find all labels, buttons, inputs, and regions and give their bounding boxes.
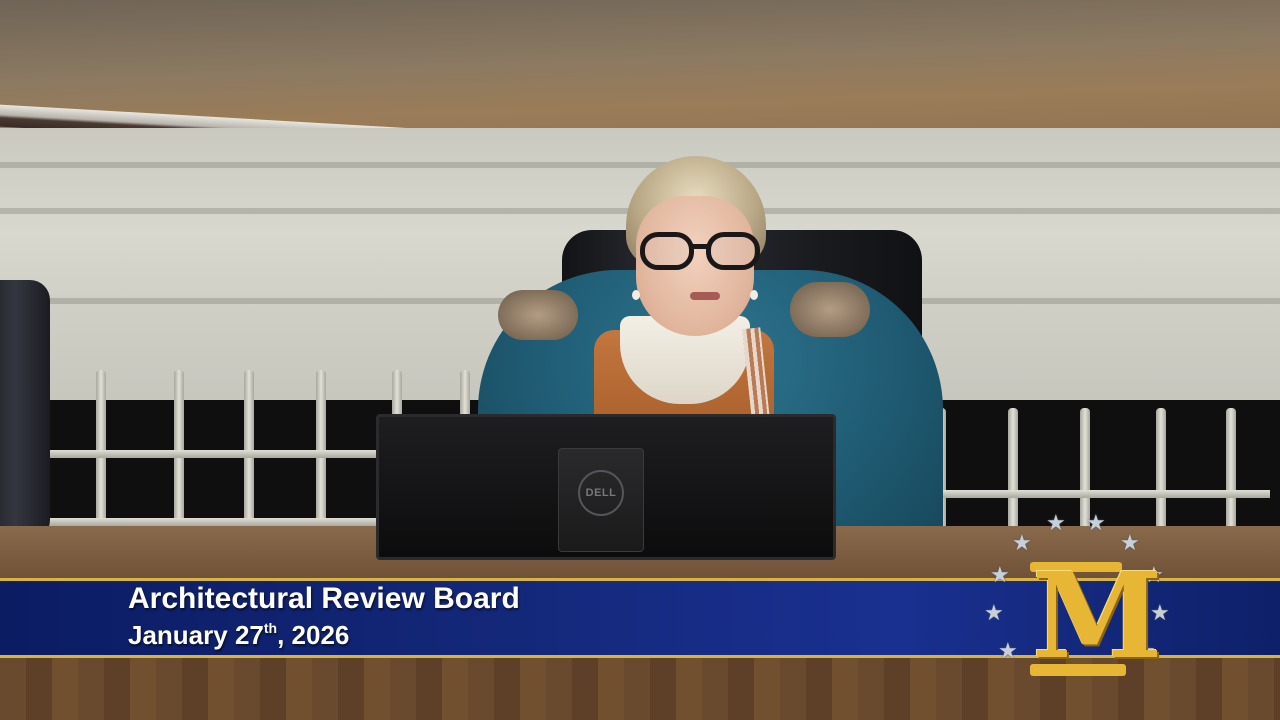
logo-letter-m: M (1032, 546, 1163, 685)
star-icon: ★ (1086, 510, 1106, 535)
chair-left (0, 280, 50, 540)
logo-serif-bottom (1030, 664, 1126, 676)
star-icon: ★ (990, 562, 1010, 587)
glasses-lens (706, 232, 760, 270)
date-year: , 2026 (277, 620, 350, 650)
date-ordinal-suffix: th (263, 620, 278, 636)
hood-fur (790, 282, 870, 337)
earring (632, 290, 640, 300)
railing-bar (920, 490, 1270, 498)
eyeglasses (640, 232, 762, 272)
video-frame: DELL Architectural Review Board January … (0, 0, 1280, 720)
person-mouth (690, 292, 720, 300)
star-icon: ★ (1046, 510, 1066, 535)
hood-fur (498, 290, 578, 340)
star-icon: ★ (1012, 530, 1032, 555)
glasses-lens (640, 232, 694, 270)
earring (750, 290, 758, 300)
dell-logo-icon: DELL (578, 470, 624, 516)
molding-line (0, 162, 1280, 168)
meeting-title: Architectural Review Board (128, 582, 520, 615)
date-prefix: January 27 (128, 620, 264, 650)
meeting-date: January 27th, 2026 (128, 620, 349, 651)
star-icon: ★ (984, 600, 1004, 625)
star-icon: ★ (998, 638, 1018, 663)
